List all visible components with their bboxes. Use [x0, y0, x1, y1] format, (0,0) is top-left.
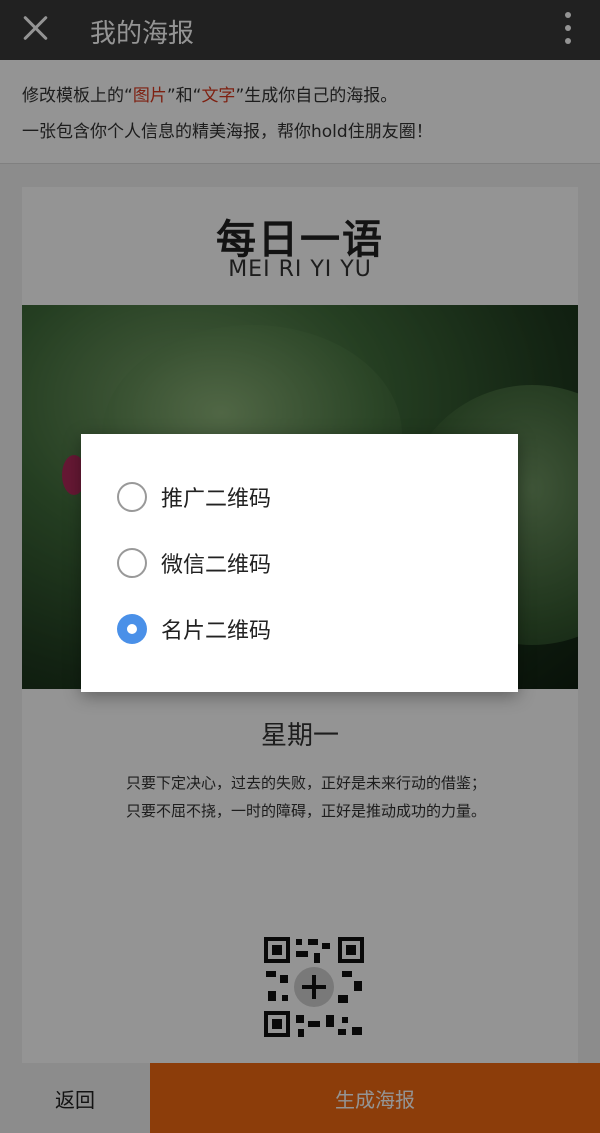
option-card-qr[interactable]: 名片二维码	[81, 596, 518, 662]
qr-type-dialog: 推广二维码 微信二维码 名片二维码	[81, 434, 518, 692]
option-label: 推广二维码	[161, 487, 272, 512]
option-wechat-qr[interactable]: 微信二维码	[81, 530, 518, 596]
radio-unchecked-icon[interactable]	[117, 482, 147, 512]
option-label: 名片二维码	[161, 619, 272, 644]
radio-checked-icon[interactable]	[117, 614, 147, 644]
radio-unchecked-icon[interactable]	[117, 548, 147, 578]
option-promo-qr[interactable]: 推广二维码	[81, 464, 518, 530]
option-label: 微信二维码	[161, 553, 272, 578]
